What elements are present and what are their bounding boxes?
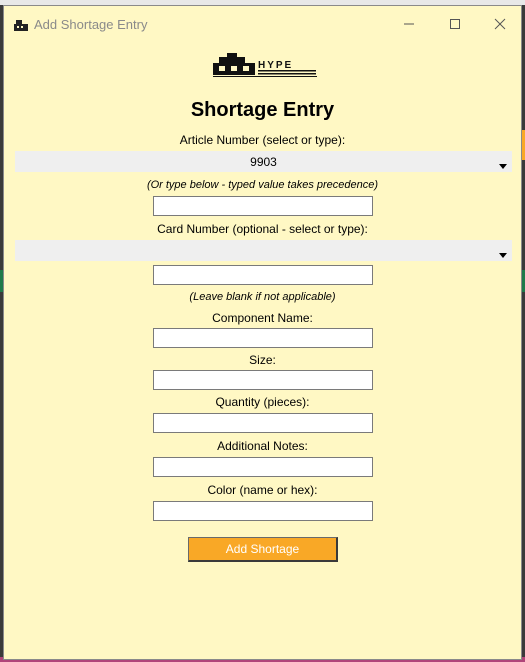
article-number-label: Article Number (select or type):: [179, 133, 346, 147]
card-number-select[interactable]: [15, 240, 512, 261]
quantity-label: Quantity (pieces):: [215, 395, 310, 409]
minimize-button[interactable]: [386, 6, 432, 42]
size-label: Size:: [249, 353, 276, 367]
chevron-down-icon: [499, 158, 507, 172]
component-name-label: Component Name:: [212, 311, 313, 325]
article-number-select[interactable]: 9903: [15, 151, 512, 172]
company-logo: HYPE: [213, 53, 317, 82]
logo-text: HYPE: [258, 60, 293, 71]
color-label: Color (name or hex):: [207, 483, 318, 497]
color-input[interactable]: [153, 501, 373, 521]
additional-notes-input[interactable]: [153, 457, 373, 477]
close-icon: [494, 18, 506, 30]
chevron-down-icon: [499, 247, 507, 261]
page-title: Shortage Entry: [190, 99, 335, 121]
component-name-input[interactable]: [153, 328, 373, 348]
card-number-hint: (Leave blank if not applicable): [189, 291, 336, 303]
article-number-hint: (Or type below - typed value takes prece…: [146, 179, 379, 191]
article-number-selected: 9903: [250, 155, 277, 169]
app-icon: [14, 18, 28, 36]
card-number-input[interactable]: [153, 265, 373, 285]
card-number-label: Card Number (optional - select or type):: [157, 222, 368, 236]
title-bar[interactable]: Add Shortage Entry: [4, 6, 521, 42]
article-number-input[interactable]: [153, 196, 373, 216]
minimize-icon: [404, 23, 414, 25]
add-shortage-button[interactable]: Add Shortage: [188, 537, 338, 562]
size-input[interactable]: [153, 370, 373, 390]
additional-notes-label: Additional Notes:: [217, 439, 308, 453]
maximize-icon: [450, 19, 460, 29]
quantity-input[interactable]: [153, 413, 373, 433]
window-title: Add Shortage Entry: [34, 17, 148, 32]
maximize-button[interactable]: [432, 6, 478, 42]
add-shortage-dialog: Add Shortage Entry HYPE Shortage Entry A…: [3, 5, 522, 660]
close-button[interactable]: [477, 6, 523, 42]
